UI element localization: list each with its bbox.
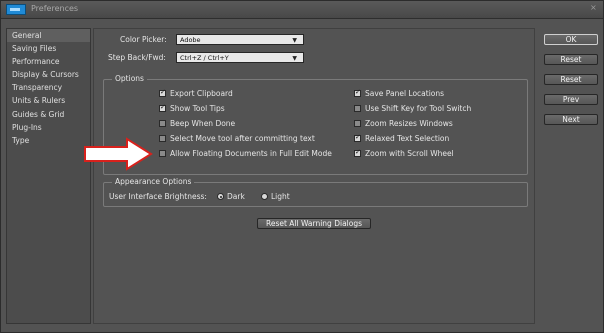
beep-when-done-checkbox[interactable]: Beep When Done: [159, 119, 235, 128]
sidebar-item-saving-files[interactable]: Saving Files: [7, 42, 90, 55]
checkbox-label: Zoom with Scroll Wheel: [365, 149, 454, 158]
reset-secondary-button[interactable]: Reset: [544, 74, 598, 85]
save-panel-locations-checkbox[interactable]: Save Panel Locations: [354, 88, 445, 98]
window-title: Preferences: [31, 4, 79, 13]
sidebar-item-transparency[interactable]: Transparency: [7, 81, 90, 94]
sidebar-item-performance[interactable]: Performance: [7, 55, 90, 68]
checkbox-label: Allow Floating Documents in Full Edit Mo…: [170, 149, 332, 158]
color-picker-select[interactable]: Adobe ▼: [176, 34, 304, 45]
zoom-with-scroll-wheel-checkbox[interactable]: Zoom with Scroll Wheel: [354, 148, 454, 158]
appearance-legend: Appearance Options: [112, 177, 195, 186]
general-panel: Color Picker: Adobe ▼ Step Back/Fwd: Ctr…: [93, 28, 535, 324]
sidebar-item-general[interactable]: General: [7, 29, 90, 43]
step-label: Step Back/Fwd:: [108, 53, 166, 62]
checkbox-label: Show Tool Tips: [170, 104, 225, 113]
show-tool-tips-checkbox[interactable]: Show Tool Tips: [159, 103, 225, 113]
checkbox-checked-icon: [354, 148, 361, 157]
sidebar-item-units-rulers[interactable]: Units & Rulers: [7, 94, 90, 107]
checkbox-unchecked-icon: [354, 105, 361, 112]
checkbox-label: Use Shift Key for Tool Switch: [365, 104, 472, 113]
radio-label: Light: [271, 192, 290, 201]
preferences-window: Preferences × General Saving Files Perfo…: [0, 0, 604, 333]
options-legend: Options: [112, 74, 147, 83]
radio-unselected-icon: [261, 193, 268, 200]
select-move-tool-checkbox[interactable]: Select Move tool after committing text: [159, 134, 315, 143]
sidebar-item-guides-grid[interactable]: Guides & Grid: [7, 108, 90, 121]
checkbox-label: Beep When Done: [170, 119, 236, 128]
reset-all-warning-dialogs-button[interactable]: Reset All Warning Dialogs: [257, 218, 371, 229]
shift-key-tool-switch-checkbox[interactable]: Use Shift Key for Tool Switch: [354, 104, 471, 113]
checkbox-unchecked-icon: [159, 150, 166, 157]
chevron-down-icon: ▼: [292, 37, 297, 44]
checkbox-checked-icon: [159, 103, 166, 112]
checkbox-unchecked-icon: [159, 120, 166, 127]
relaxed-text-selection-checkbox[interactable]: Relaxed Text Selection: [354, 133, 450, 143]
sidebar-item-display-cursors[interactable]: Display & Cursors: [7, 68, 90, 81]
zoom-resizes-windows-checkbox[interactable]: Zoom Resizes Windows: [354, 119, 453, 128]
step-value: Ctrl+Z / Ctrl+Y: [180, 54, 229, 62]
allow-floating-documents-checkbox[interactable]: Allow Floating Documents in Full Edit Mo…: [159, 149, 332, 158]
title-bar: Preferences ×: [1, 1, 603, 19]
ok-button[interactable]: OK: [544, 34, 598, 45]
color-picker-value: Adobe: [180, 36, 201, 44]
sidebar: General Saving Files Performance Display…: [6, 28, 91, 324]
reset-button[interactable]: Reset: [544, 54, 598, 65]
color-picker-label: Color Picker:: [120, 35, 167, 44]
sidebar-item-type[interactable]: Type: [7, 134, 90, 147]
brightness-dark-radio[interactable]: Dark: [217, 192, 245, 201]
checkbox-unchecked-icon: [159, 135, 166, 142]
checkbox-checked-icon: [354, 88, 361, 97]
checkbox-label: Zoom Resizes Windows: [365, 119, 453, 128]
appearance-group: Appearance Options User Interface Bright…: [103, 177, 528, 207]
chevron-down-icon: ▼: [292, 55, 297, 62]
checkbox-checked-icon: [354, 133, 361, 142]
radio-label: Dark: [227, 192, 245, 201]
red-pointer-arrow-icon: [84, 137, 153, 171]
export-clipboard-checkbox[interactable]: Export Clipboard: [159, 88, 233, 98]
radio-selected-icon: [217, 193, 224, 200]
next-button[interactable]: Next: [544, 114, 598, 125]
close-icon[interactable]: ×: [590, 3, 597, 12]
prev-button[interactable]: Prev: [544, 94, 598, 105]
checkbox-label: Select Move tool after committing text: [170, 134, 315, 143]
checkbox-label: Save Panel Locations: [365, 89, 445, 98]
step-select[interactable]: Ctrl+Z / Ctrl+Y ▼: [176, 52, 304, 63]
checkbox-unchecked-icon: [354, 120, 361, 127]
brightness-label: User Interface Brightness:: [109, 192, 207, 201]
sidebar-item-plug-ins[interactable]: Plug-Ins: [7, 121, 90, 134]
brightness-light-radio[interactable]: Light: [261, 192, 290, 201]
checkbox-label: Relaxed Text Selection: [365, 134, 450, 143]
options-group: Options Export Clipboard Show Tool Tips …: [103, 74, 528, 175]
checkbox-label: Export Clipboard: [170, 89, 233, 98]
checkbox-checked-icon: [159, 88, 166, 97]
photoshop-app-icon: [6, 4, 26, 15]
